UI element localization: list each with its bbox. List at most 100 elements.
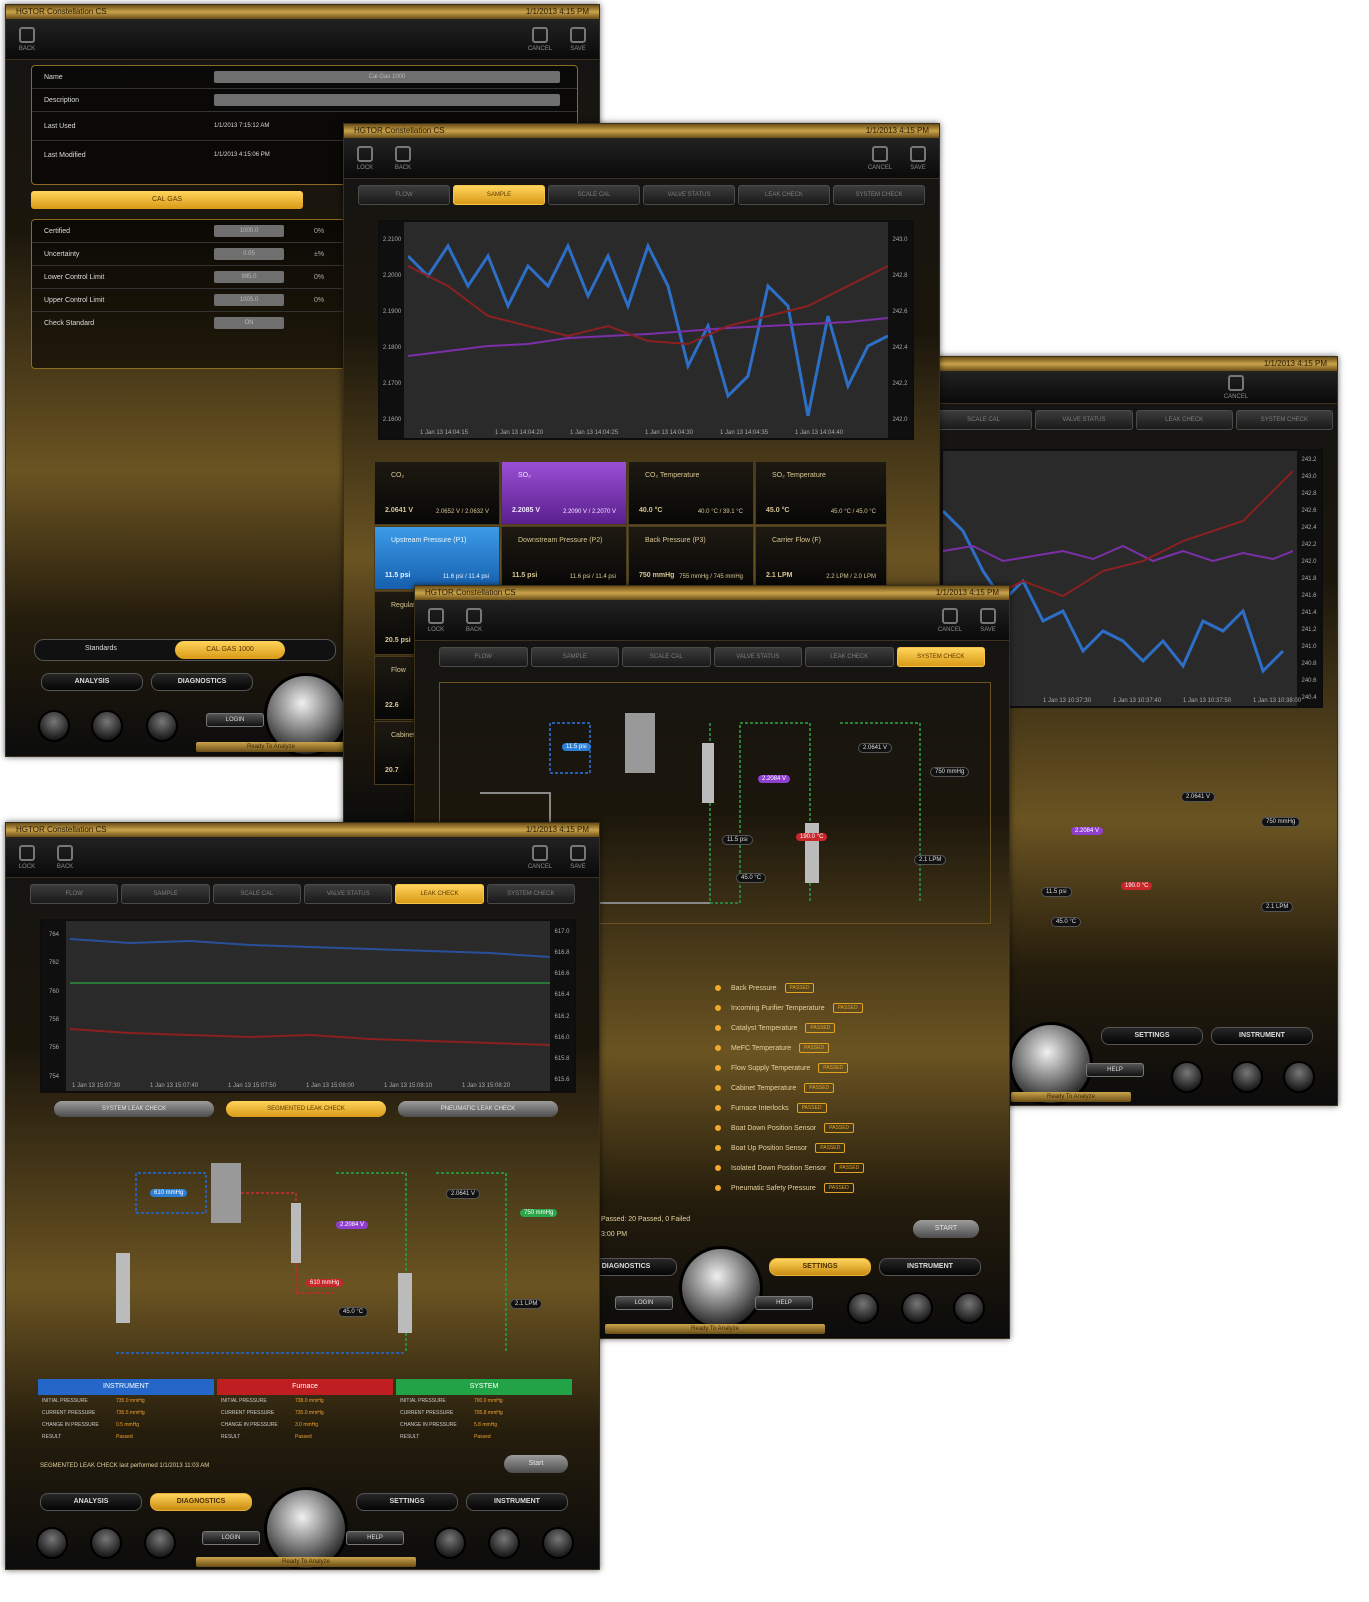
lpm-badge[interactable]: 2.1 LPM [1261,902,1294,912]
logout-icon[interactable] [542,1527,574,1559]
tab-scale-cal[interactable]: SCALE CAL [935,410,1033,430]
cancel-button[interactable]: CANCEL [868,144,892,172]
co2-badge[interactable]: 2.0641 V [446,1189,481,1199]
tab-system-check[interactable]: SYSTEM CHECK [1235,410,1333,430]
cancel-button[interactable]: CANCEL [1224,373,1248,401]
tab-flow[interactable]: FLOW [30,884,119,904]
tab-flow[interactable]: FLOW [358,185,450,205]
segmented-leak-check-button[interactable]: SEGMENTED LEAK CHECK [226,1101,386,1117]
tab-flow[interactable]: FLOW [439,647,528,667]
settings-nav-button[interactable]: SETTINGS [1101,1027,1203,1045]
pressure-badge[interactable]: 750 mmHg [1261,817,1301,827]
analysis-nav-button[interactable]: ANALYSIS [41,673,143,691]
analysis-nav-button[interactable]: ANALYSIS [40,1493,142,1511]
downstream-pressure-card[interactable]: Downstream Pressure (P2) 11.5 psi 11.6 psi… [501,526,627,590]
tab-leak-check[interactable]: LEAK CHECK [395,884,484,904]
back-button[interactable]: BACK [463,606,485,634]
settings-icon[interactable] [847,1292,879,1324]
tab-scale-cal[interactable]: SCALE CAL [622,647,711,667]
help-button[interactable]: HELP [755,1296,813,1310]
pneumatic-leak-check-button[interactable]: PNEUMATIC LEAK CHECK [398,1101,558,1117]
back-pressure-card[interactable]: Back Pressure (P3) 750 mmHg 755 mmHg / 745… [628,526,754,590]
tab-valve-status[interactable]: VALVE STATUS [303,884,393,904]
name-input[interactable]: Cal Gas 1000 [214,71,560,83]
so2-temperature-card[interactable]: SO₂ Temperature 45.0 °C 45.0 °C / 45.0 °C [755,461,887,525]
system-leak-check-button[interactable]: SYSTEM LEAK CHECK [54,1101,214,1117]
temp-badge[interactable]: 190.0 °C [796,833,828,841]
co2-card[interactable]: CO₂ 2.0641 V 2.0652 V / 2.0632 V [374,461,500,525]
lpm-badge[interactable]: 2.1 LPM [914,855,947,865]
tab-scale-cal[interactable]: SCALE CAL [548,185,640,205]
system-knob[interactable] [679,1246,763,1330]
temp-badge[interactable]: 45.0 °C [338,1307,369,1317]
diagnostics-nav-button[interactable]: DIAGNOSTICS [150,1493,252,1511]
back-button[interactable]: BACK [16,25,38,53]
tab-system-check[interactable]: SYSTEM CHECK [896,647,985,667]
tools-icon[interactable] [1231,1061,1263,1093]
help-button[interactable]: HELP [1086,1063,1144,1077]
lock-button[interactable]: LOCK [354,144,376,172]
p1-badge[interactable]: 11.5 psi [1041,887,1072,897]
tab-leak-check[interactable]: LEAK CHECK [738,185,830,205]
temp-badge[interactable]: 190.0 °C [1121,882,1153,890]
settings-nav-button[interactable]: SETTINGS [356,1493,458,1511]
cal-gas-section-button[interactable]: CAL GAS [31,191,303,209]
pressure-badge[interactable]: 750 mmHg [930,767,970,777]
furnace-pressure-badge[interactable]: 610 mmHg [306,1279,344,1287]
tab-sample[interactable]: SAMPLE [453,185,545,205]
leak-start-button[interactable]: Start [504,1455,568,1473]
tab-sample[interactable]: SAMPLE [121,884,210,904]
instrument-nav-button[interactable]: INSTRUMENT [466,1493,568,1511]
tab-valve-status[interactable]: VALVE STATUS [1035,410,1133,430]
instrument-nav-button[interactable]: INSTRUMENT [879,1258,981,1276]
analysis-icon[interactable] [36,1527,68,1559]
cancel-button[interactable]: CANCEL [528,843,552,871]
description-input[interactable] [214,94,560,106]
save-button[interactable]: SAVE [567,843,589,871]
tab-sample[interactable]: SAMPLE [530,647,619,667]
co2-temperature-card[interactable]: CO₂ Temperature 40.0 °C 40.0 °C / 39.1 °C [628,461,754,525]
tools-icon[interactable] [901,1292,933,1324]
tab-leak-check[interactable]: LEAK CHECK [1135,410,1233,430]
pressure-badge[interactable]: 750 mmHg [520,1209,558,1217]
results-icon[interactable] [144,1527,176,1559]
co2-badge[interactable]: 2.0641 V [858,743,893,753]
cancel-button[interactable]: CANCEL [938,606,962,634]
sample-icon[interactable] [91,710,123,742]
standards-value[interactable]: CAL GAS 1000 [175,641,285,659]
tab-leak-check[interactable]: LEAK CHECK [805,647,894,667]
save-button[interactable]: SAVE [907,144,929,172]
back-button[interactable]: BACK [54,843,76,871]
save-button[interactable]: SAVE [567,25,589,53]
sample-icon[interactable] [90,1527,122,1559]
cancel-button[interactable]: CANCEL [528,25,552,53]
lock-button[interactable]: LOCK [16,843,38,871]
settings-nav-button[interactable]: SETTINGS [769,1258,871,1276]
tools-icon[interactable] [488,1527,520,1559]
logout-icon[interactable] [1283,1061,1315,1093]
diagnostics-nav-button[interactable]: DIAGNOSTICS [151,673,253,691]
back-button[interactable]: BACK [392,144,414,172]
p1-badge[interactable]: 610 mmHg [150,1189,188,1197]
co2-badge[interactable]: 2.0641 V [1181,792,1216,802]
mfc-badge[interactable]: 45.0 °C [736,873,767,883]
p2-badge[interactable]: 11.5 psi [722,835,753,845]
analysis-icon[interactable] [38,710,70,742]
instrument-nav-button[interactable]: INSTRUMENT [1211,1027,1313,1045]
login-button[interactable]: LOGIN [202,1531,260,1545]
lpm-badge[interactable]: 2.1 LPM [510,1299,543,1309]
settings-icon[interactable] [1171,1061,1203,1093]
lock-button[interactable]: LOCK [425,606,447,634]
save-button[interactable]: SAVE [977,606,999,634]
so2-badge[interactable]: 2.2084 V [336,1221,369,1229]
login-button[interactable]: LOGIN [206,713,264,727]
tab-valve-status[interactable]: VALVE STATUS [713,647,802,667]
tab-system-check[interactable]: SYSTEM CHECK [486,884,575,904]
so2-badge[interactable]: 2.2084 V [1071,827,1104,835]
tab-system-check[interactable]: SYSTEM CHECK [833,185,925,205]
start-button[interactable]: START [913,1220,979,1238]
results-icon[interactable] [146,710,178,742]
help-button[interactable]: HELP [346,1531,404,1545]
tab-scale-cal[interactable]: SCALE CAL [212,884,301,904]
upstream-pressure-card[interactable]: Upstream Pressure (P1) 11.5 psi 11.6 psi /… [374,526,500,590]
